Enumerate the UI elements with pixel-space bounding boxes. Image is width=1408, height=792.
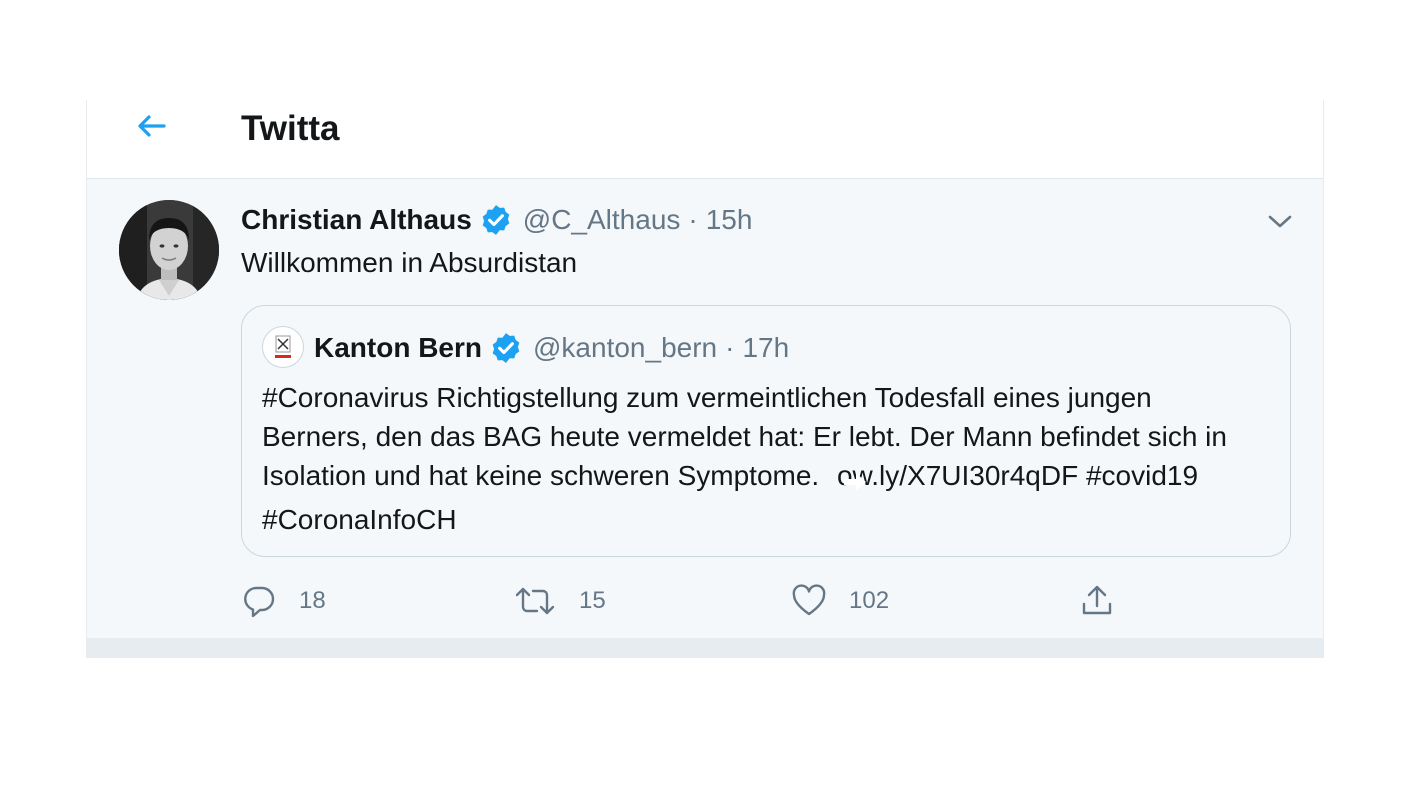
retweet-count: 15 bbox=[579, 587, 606, 614]
retweet-button[interactable]: 15 bbox=[513, 579, 606, 623]
author-name[interactable]: Christian Althaus bbox=[241, 204, 472, 236]
quoted-timestamp: 17h bbox=[742, 332, 790, 363]
page-header: Twitta bbox=[87, 100, 1323, 179]
reply-icon bbox=[244, 586, 275, 618]
author-handle[interactable]: @C_Althaus bbox=[523, 204, 681, 236]
separator-dot: · bbox=[688, 204, 698, 235]
retweet-icon bbox=[515, 587, 555, 615]
like-count: 102 bbox=[849, 587, 890, 614]
tweet-author-row: Christian Althaus @C_Althaus · 15h bbox=[241, 200, 752, 240]
quoted-author-name: Kanton Bern bbox=[314, 332, 482, 363]
reply-count: 18 bbox=[299, 587, 326, 614]
kanton-bern-logo-icon bbox=[275, 335, 291, 358]
tweet-panel: Twitta Christian Althaus @C_Althaus · 15… bbox=[86, 100, 1324, 658]
tweet-actions: 18 15 102 bbox=[241, 579, 1141, 623]
separator-dot: · bbox=[725, 332, 735, 363]
verified-badge-icon bbox=[482, 205, 510, 235]
share-button[interactable] bbox=[1079, 579, 1115, 623]
tweet-timestamp[interactable]: 15h bbox=[706, 204, 753, 236]
tweet-text: Willkommen in Absurdistan bbox=[241, 247, 578, 278]
avatar[interactable] bbox=[119, 200, 219, 300]
tweet-options-button[interactable] bbox=[1263, 205, 1297, 239]
back-arrow-icon bbox=[138, 115, 166, 137]
quoted-tweet[interactable]: Kanton Bern @kanton_bern · 17h #Coronavi… bbox=[241, 305, 1291, 557]
like-icon bbox=[792, 584, 826, 616]
reply-button[interactable]: 18 bbox=[241, 579, 326, 623]
tweet[interactable]: Christian Althaus @C_Althaus · 15h Willk… bbox=[87, 179, 1323, 638]
page-title: Twitta bbox=[241, 109, 340, 148]
bottom-divider bbox=[87, 638, 1323, 658]
avatar-photo bbox=[119, 200, 219, 300]
quoted-avatar bbox=[262, 326, 304, 368]
quoted-author-row: Kanton Bern @kanton_bern · 17h bbox=[314, 328, 789, 368]
chevron-down-icon bbox=[1268, 215, 1292, 228]
back-button[interactable] bbox=[131, 106, 171, 146]
like-button[interactable]: 102 bbox=[791, 579, 889, 623]
quoted-tweet-text: #Coronavirus Richtigstellung zum vermein… bbox=[262, 378, 1262, 539]
verified-badge-icon bbox=[492, 333, 520, 363]
quoted-author-handle: @kanton_bern bbox=[533, 332, 718, 363]
share-icon bbox=[1082, 585, 1112, 615]
